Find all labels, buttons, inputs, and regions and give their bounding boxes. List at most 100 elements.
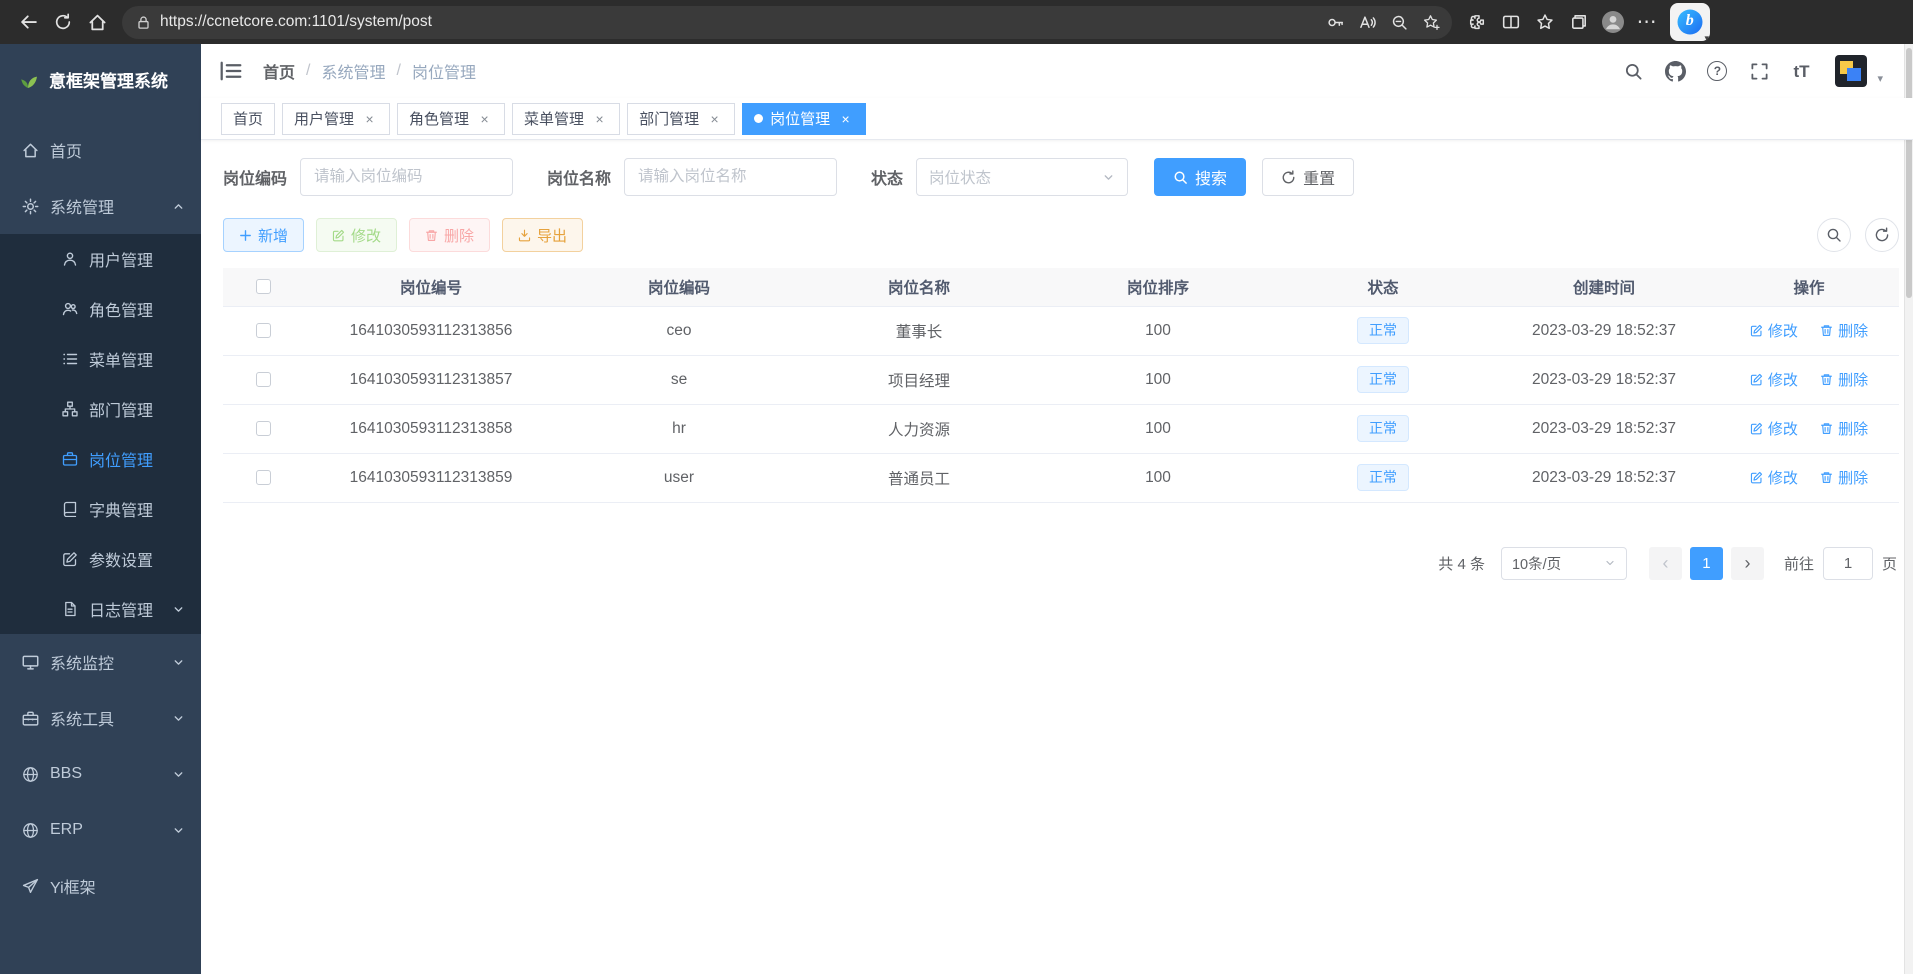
sidebar-item-log-mgmt[interactable]: 日志管理	[0, 584, 201, 634]
scrollbar-thumb[interactable]	[1906, 48, 1912, 298]
sidebar-item-system-monitor[interactable]: 系统监控	[0, 634, 201, 690]
more-options-button[interactable]: ⋯	[1630, 5, 1664, 39]
font-size-icon: tT	[1793, 63, 1809, 80]
breadcrumb-home[interactable]: 首页	[263, 59, 295, 83]
add-favorite-button[interactable]	[1416, 7, 1446, 37]
refresh-button[interactable]	[46, 5, 80, 39]
chevron-down-icon	[172, 824, 185, 837]
sidebar-item-bbs[interactable]: BBS	[0, 746, 201, 802]
status-select[interactable]: 岗位状态	[916, 158, 1128, 196]
sidebar-item-system-tools[interactable]: 系统工具	[0, 690, 201, 746]
favorites-button[interactable]	[1528, 5, 1562, 39]
collections-button[interactable]	[1562, 5, 1596, 39]
edit-link[interactable]: 修改	[1750, 418, 1798, 439]
extensions-puzzle-icon	[1468, 13, 1486, 31]
sidebar-item-dept-mgmt[interactable]: 部门管理	[0, 384, 201, 434]
tab-post-mgmt[interactable]: 岗位管理 ×	[742, 103, 866, 135]
font-size-button[interactable]: tT	[1783, 53, 1819, 89]
row-checkbox[interactable]	[256, 323, 271, 338]
star-plus-icon	[1423, 14, 1440, 31]
avatar-block	[1847, 68, 1861, 81]
select-all-checkbox[interactable]	[256, 279, 271, 294]
tab-dept-mgmt[interactable]: 部门管理 ×	[627, 103, 735, 135]
back-button[interactable]	[12, 5, 46, 39]
next-page-button[interactable]: ›	[1731, 547, 1764, 580]
sidebar-item-user-mgmt[interactable]: 用户管理	[0, 234, 201, 284]
refresh-table-button[interactable]	[1865, 218, 1899, 252]
active-tab-dot	[754, 114, 763, 123]
page-number-button[interactable]: 1	[1690, 547, 1723, 580]
fullscreen-button[interactable]	[1741, 53, 1777, 89]
sidebar-item-dict-mgmt[interactable]: 字典管理	[0, 484, 201, 534]
edit-icon	[1750, 471, 1763, 484]
sidebar-item-yi-framework[interactable]: Yi框架	[0, 858, 201, 914]
home-icon	[88, 13, 107, 32]
sidebar-item-erp[interactable]: ERP	[0, 802, 201, 858]
add-button[interactable]: 新增	[223, 218, 304, 252]
row-checkbox[interactable]	[256, 421, 271, 436]
sidebar-item-system-mgmt[interactable]: 系统管理	[0, 178, 201, 234]
extensions-button[interactable]	[1460, 5, 1494, 39]
user-avatar[interactable]	[1835, 55, 1867, 87]
close-tab-icon[interactable]: ×	[361, 110, 378, 127]
export-button[interactable]: 导出	[502, 218, 583, 252]
read-aloud-button[interactable]	[1352, 7, 1382, 37]
profile-button[interactable]	[1596, 5, 1630, 39]
page-size-select[interactable]: 10条/页	[1501, 547, 1627, 580]
leaf-logo-icon	[16, 67, 40, 91]
password-key-button[interactable]	[1320, 7, 1350, 37]
vertical-scrollbar[interactable]	[1904, 44, 1913, 974]
delete-button: 删除	[409, 218, 490, 252]
edit-link[interactable]: 修改	[1750, 369, 1798, 390]
reset-button[interactable]: 重置	[1262, 158, 1354, 196]
sidebar-item-role-mgmt[interactable]: 角色管理	[0, 284, 201, 334]
sidebar-item-home[interactable]: 首页	[0, 122, 201, 178]
delete-link[interactable]: 删除	[1820, 418, 1868, 439]
row-checkbox[interactable]	[256, 372, 271, 387]
tab-home[interactable]: 首页	[221, 103, 275, 135]
column-header: 状态	[1277, 268, 1489, 306]
home-button[interactable]	[80, 5, 114, 39]
sidebar-item-param-settings[interactable]: 参数设置	[0, 534, 201, 584]
github-button[interactable]	[1657, 53, 1693, 89]
header-search-button[interactable]	[1615, 53, 1651, 89]
tab-label: 用户管理	[294, 108, 354, 129]
tab-menu-mgmt[interactable]: 菜单管理 ×	[512, 103, 620, 135]
address-bar[interactable]: https://ccnetcore.com:1101/system/post	[122, 6, 1452, 39]
help-button[interactable]: ?	[1699, 53, 1735, 89]
row-checkbox[interactable]	[256, 470, 271, 485]
tab-user-mgmt[interactable]: 用户管理 ×	[282, 103, 390, 135]
goto-page-input[interactable]	[1823, 547, 1873, 580]
read-aloud-icon	[1359, 14, 1376, 31]
tab-role-mgmt[interactable]: 角色管理 ×	[397, 103, 505, 135]
split-screen-button[interactable]	[1494, 5, 1528, 39]
sidebar-toggle-icon[interactable]	[219, 59, 243, 83]
prev-page-button[interactable]: ‹	[1649, 547, 1682, 580]
close-tab-icon[interactable]: ×	[591, 110, 608, 127]
site-info-lock-icon[interactable]	[136, 15, 151, 30]
close-tab-icon[interactable]: ×	[476, 110, 493, 127]
post-name-input[interactable]	[624, 158, 837, 196]
delete-link[interactable]: 删除	[1820, 467, 1868, 488]
close-tab-icon[interactable]: ×	[706, 110, 723, 127]
toggle-search-button[interactable]	[1817, 218, 1851, 252]
toolbar-right-actions	[1817, 218, 1899, 252]
search-button[interactable]: 搜索	[1154, 158, 1246, 196]
post-code-input[interactable]	[300, 158, 513, 196]
sidebar-item-post-mgmt[interactable]: 岗位管理	[0, 434, 201, 484]
sidebar-item-label: 角色管理	[89, 297, 153, 321]
copilot-button[interactable]: b ▾	[1670, 3, 1710, 41]
next-page-icon: ›	[1744, 554, 1750, 572]
status-filter: 状态 岗位状态	[871, 158, 1128, 196]
avatar-dropdown-caret-icon[interactable]: ▾	[1877, 74, 1883, 89]
sidebar-item-menu-mgmt[interactable]: 菜单管理	[0, 334, 201, 384]
edit-link[interactable]: 修改	[1750, 467, 1798, 488]
zoom-button[interactable]	[1384, 7, 1414, 37]
close-tab-icon[interactable]: ×	[837, 110, 854, 127]
github-icon	[1665, 61, 1686, 82]
edit-link[interactable]: 修改	[1750, 320, 1798, 341]
breadcrumb-system-mgmt[interactable]: 系统管理	[321, 59, 385, 83]
delete-button-label: 删除	[444, 225, 474, 246]
delete-link[interactable]: 删除	[1820, 369, 1868, 390]
delete-link[interactable]: 删除	[1820, 320, 1868, 341]
